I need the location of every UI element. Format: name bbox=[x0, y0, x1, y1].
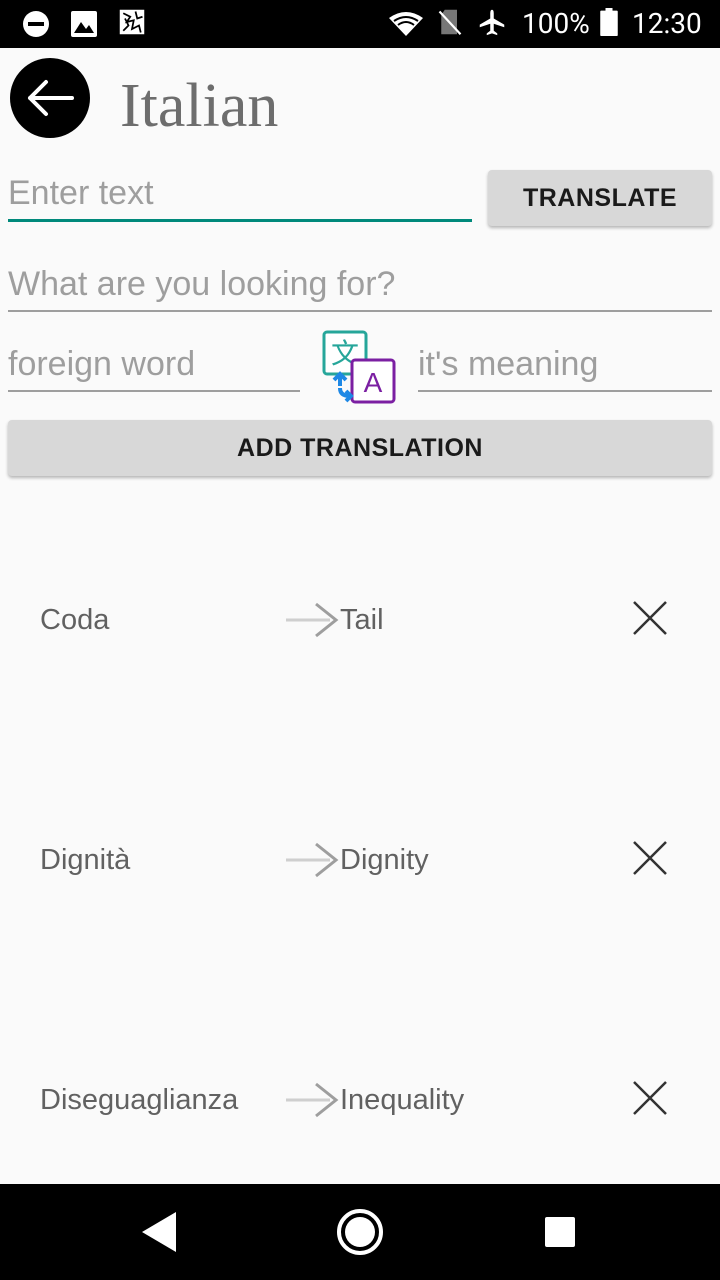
enter-text-input[interactable] bbox=[8, 168, 472, 222]
foreign-word: Dignità bbox=[40, 844, 131, 876]
page-title: Italian bbox=[120, 72, 279, 140]
screen: 100% 12:30 Italian TRANSLATE 文 A ADD TRA… bbox=[0, 0, 720, 1280]
word-meaning: Dignity bbox=[340, 844, 429, 876]
foreign-word-input[interactable] bbox=[8, 338, 300, 392]
nav-recents-icon[interactable] bbox=[544, 1216, 576, 1248]
app-notification-icon bbox=[119, 9, 145, 35]
nav-back-icon[interactable] bbox=[140, 1210, 180, 1254]
list-item: Dignità Dignity bbox=[0, 822, 720, 902]
foreign-word: Diseguaglianza bbox=[40, 1084, 239, 1116]
wifi-icon bbox=[389, 12, 423, 36]
arrow-left-icon bbox=[28, 80, 74, 116]
arrow-right-icon bbox=[286, 842, 339, 878]
battery-percent: 100% bbox=[522, 7, 590, 40]
list-item: Diseguaglianza Inequality bbox=[0, 1062, 720, 1142]
status-bar: 100% 12:30 bbox=[0, 0, 720, 48]
battery-icon bbox=[600, 8, 618, 36]
meaning-input[interactable] bbox=[418, 338, 712, 392]
search-input[interactable] bbox=[8, 258, 712, 312]
arrow-right-icon bbox=[286, 602, 339, 638]
navigation-bar bbox=[0, 1184, 720, 1280]
svg-text:A: A bbox=[364, 367, 383, 398]
back-button[interactable] bbox=[10, 58, 90, 138]
delete-icon[interactable] bbox=[628, 1076, 672, 1120]
foreign-word: Coda bbox=[40, 604, 110, 636]
add-translation-button[interactable]: ADD TRANSLATION bbox=[8, 420, 712, 476]
list-item: Coda Tail bbox=[0, 582, 720, 662]
airplane-icon bbox=[479, 9, 505, 36]
delete-icon[interactable] bbox=[628, 836, 672, 880]
translate-button[interactable]: TRANSLATE bbox=[488, 170, 712, 226]
nav-home-icon[interactable] bbox=[336, 1208, 384, 1256]
word-meaning: Tail bbox=[340, 604, 384, 636]
do-not-disturb-icon bbox=[23, 11, 49, 37]
google-translate-icon[interactable]: 文 A bbox=[318, 330, 400, 406]
image-icon bbox=[71, 11, 97, 37]
no-sim-icon bbox=[438, 9, 462, 35]
delete-icon[interactable] bbox=[628, 596, 672, 640]
arrow-right-icon bbox=[286, 1082, 339, 1118]
word-meaning: Inequality bbox=[340, 1084, 465, 1116]
clock: 12:30 bbox=[632, 7, 702, 40]
